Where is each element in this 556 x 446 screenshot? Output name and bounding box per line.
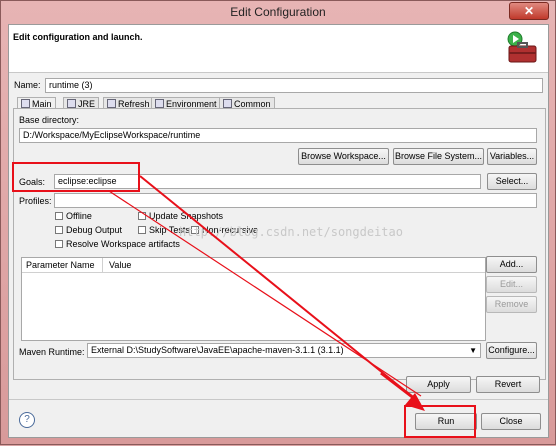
configure-runtime-button[interactable]: Configure... bbox=[486, 342, 537, 359]
add-parameter-button[interactable]: Add... bbox=[486, 256, 537, 273]
environment-tab-icon bbox=[155, 99, 164, 108]
resolve-workspace-label: Resolve Workspace artifacts bbox=[66, 239, 180, 249]
maven-runtime-label: Maven Runtime: bbox=[19, 347, 85, 357]
maven-runtime-value: External D:\StudySoftware\JavaEE\apache-… bbox=[91, 345, 344, 355]
dialog-banner: Edit configuration and launch. bbox=[9, 25, 548, 73]
window-title: Edit Configuration bbox=[230, 5, 326, 19]
common-tab-icon bbox=[223, 99, 232, 108]
browse-workspace-button[interactable]: Browse Workspace... bbox=[298, 148, 389, 165]
window-close-button[interactable]: ✕ bbox=[509, 2, 549, 20]
debug-output-label: Debug Output bbox=[66, 225, 123, 235]
maven-runtime-select[interactable]: External D:\StudySoftware\JavaEE\apache-… bbox=[87, 343, 481, 358]
run-highlight-box bbox=[404, 405, 476, 438]
goals-highlight-box bbox=[12, 162, 140, 192]
close-button[interactable]: Close bbox=[481, 413, 541, 430]
offline-checkbox[interactable]: Offline bbox=[55, 211, 92, 222]
main-tab-icon bbox=[21, 99, 30, 108]
chevron-down-icon: ▼ bbox=[469, 346, 477, 355]
base-directory-field[interactable]: D:/Workspace/MyEclipseWorkspace/runtime bbox=[19, 128, 537, 143]
column-parameter-name[interactable]: Parameter Name bbox=[26, 260, 95, 270]
update-snapshots-checkbox[interactable]: Update Snapshots bbox=[138, 211, 223, 222]
toolbox-run-icon bbox=[507, 31, 537, 63]
profiles-field[interactable] bbox=[54, 193, 537, 208]
divider bbox=[9, 399, 548, 400]
offline-label: Offline bbox=[66, 211, 92, 221]
banner-title: Edit configuration and launch. bbox=[13, 32, 143, 42]
help-icon[interactable]: ? bbox=[19, 412, 35, 428]
column-value[interactable]: Value bbox=[109, 260, 131, 270]
apply-button[interactable]: Apply bbox=[406, 376, 471, 393]
dialog-client-area: Edit configuration and launch. Name: run… bbox=[8, 24, 549, 438]
variables-button[interactable]: Variables... bbox=[487, 148, 537, 165]
name-field[interactable]: runtime (3) bbox=[45, 78, 543, 93]
name-label: Name: bbox=[14, 80, 41, 90]
revert-button[interactable]: Revert bbox=[476, 376, 540, 393]
watermark-text: http://blog.csdn.net/songdeitao bbox=[179, 225, 403, 239]
edit-parameter-button[interactable]: Edit... bbox=[486, 276, 537, 293]
refresh-tab-icon bbox=[107, 99, 116, 108]
profiles-label: Profiles: bbox=[19, 196, 52, 206]
edit-configuration-window: Edit Configuration ✕ Edit configuration … bbox=[0, 0, 556, 445]
resolve-workspace-checkbox[interactable]: Resolve Workspace artifacts bbox=[55, 239, 180, 250]
base-directory-label: Base directory: bbox=[19, 115, 80, 125]
remove-parameter-button[interactable]: Remove bbox=[486, 296, 537, 313]
debug-output-checkbox[interactable]: Debug Output bbox=[55, 225, 122, 236]
browse-file-system-button[interactable]: Browse File System... bbox=[393, 148, 484, 165]
select-goals-button[interactable]: Select... bbox=[487, 173, 537, 190]
jre-tab-icon bbox=[67, 99, 76, 108]
parameters-table[interactable]: Parameter Name Value bbox=[21, 257, 486, 341]
table-header: Parameter Name Value bbox=[22, 258, 485, 273]
update-snapshots-label: Update Snapshots bbox=[149, 211, 224, 221]
